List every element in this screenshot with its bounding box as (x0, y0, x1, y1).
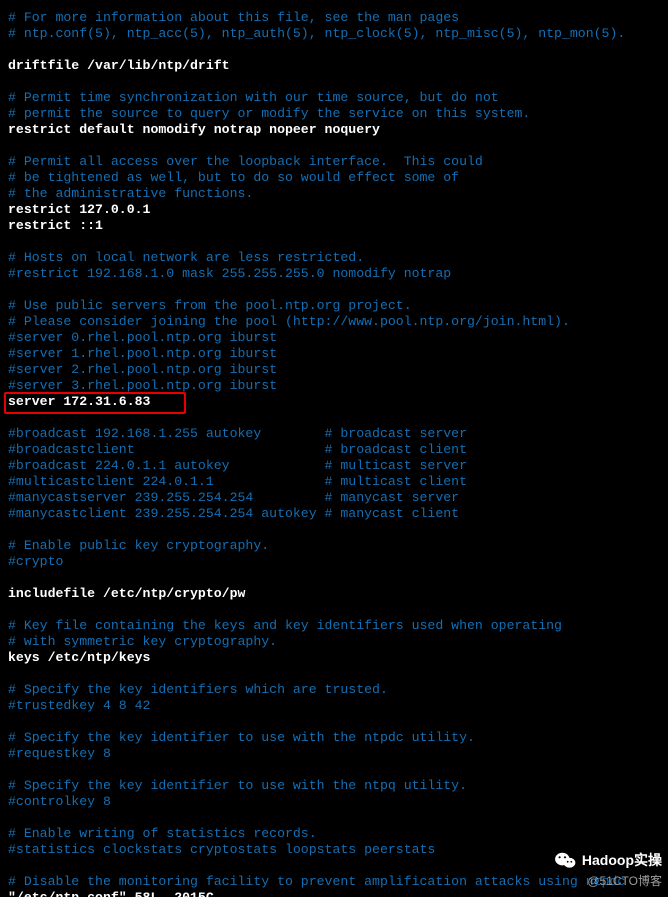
config-line: # Enable writing of statistics records. (8, 826, 660, 842)
config-line: restrict default nomodify notrap nopeer … (8, 122, 660, 138)
config-line: #multicastclient 224.0.1.1 # multicast c… (8, 474, 660, 490)
config-line: keys /etc/ntp/keys (8, 650, 660, 666)
config-line: # Specify the key identifiers which are … (8, 682, 660, 698)
config-line: server 172.31.6.83 (8, 394, 660, 410)
config-line: # Permit all access over the loopback in… (8, 154, 660, 170)
config-line: # permit the source to query or modify t… (8, 106, 660, 122)
config-line: #restrict 192.168.1.0 mask 255.255.255.0… (8, 266, 660, 282)
config-line: #requestkey 8 (8, 746, 660, 762)
config-line (8, 810, 660, 826)
config-line: "/etc/ntp.conf" 58L, 2015C (8, 890, 660, 897)
config-line: # Please consider joining the pool (http… (8, 314, 660, 330)
config-line: restrict ::1 (8, 218, 660, 234)
config-line: driftfile /var/lib/ntp/drift (8, 58, 660, 74)
watermark-subtitle: @51CTO博客 (587, 872, 662, 889)
config-line: # ntp.conf(5), ntp_acc(5), ntp_auth(5), … (8, 26, 660, 42)
config-line: # the administrative functions. (8, 186, 660, 202)
config-line: #trustedkey 4 8 42 (8, 698, 660, 714)
config-line: includefile /etc/ntp/crypto/pw (8, 586, 660, 602)
config-line: # For more information about this file, … (8, 10, 660, 26)
config-line: # Hosts on local network are less restri… (8, 250, 660, 266)
config-line: # Key file containing the keys and key i… (8, 618, 660, 634)
wechat-icon (554, 851, 576, 869)
watermark: Hadoop实操 @51CTO博客 (554, 850, 662, 889)
config-line (8, 138, 660, 154)
config-line: restrict 127.0.0.1 (8, 202, 660, 218)
config-line (8, 282, 660, 298)
config-line: #controlkey 8 (8, 794, 660, 810)
config-line: #broadcast 224.0.1.1 autokey # multicast… (8, 458, 660, 474)
config-line: #broadcast 192.168.1.255 autokey # broad… (8, 426, 660, 442)
config-line (8, 522, 660, 538)
config-line (8, 762, 660, 778)
config-line (8, 602, 660, 618)
config-line: #manycastserver 239.255.254.254 # manyca… (8, 490, 660, 506)
config-line: #server 1.rhel.pool.ntp.org iburst (8, 346, 660, 362)
config-line: #server 3.rhel.pool.ntp.org iburst (8, 378, 660, 394)
config-line: #broadcastclient # broadcast client (8, 442, 660, 458)
config-line: #manycastclient 239.255.254.254 autokey … (8, 506, 660, 522)
config-line (8, 74, 660, 90)
config-line (8, 714, 660, 730)
config-line: # Specify the key identifier to use with… (8, 778, 660, 794)
config-line: # Specify the key identifier to use with… (8, 730, 660, 746)
config-line: # Use public servers from the pool.ntp.o… (8, 298, 660, 314)
config-line (8, 570, 660, 586)
config-line: # with symmetric key cryptography. (8, 634, 660, 650)
config-line: # Permit time synchronization with our t… (8, 90, 660, 106)
config-line: # be tightened as well, but to do so wou… (8, 170, 660, 186)
config-line (8, 666, 660, 682)
config-line (8, 234, 660, 250)
config-line: #server 2.rhel.pool.ntp.org iburst (8, 362, 660, 378)
watermark-title: Hadoop实操 (582, 850, 662, 870)
config-line: #crypto (8, 554, 660, 570)
config-line: #server 0.rhel.pool.ntp.org iburst (8, 330, 660, 346)
terminal-viewport[interactable]: # For more information about this file, … (0, 0, 668, 897)
config-line (8, 410, 660, 426)
config-line: # Enable public key cryptography. (8, 538, 660, 554)
config-line (8, 42, 660, 58)
